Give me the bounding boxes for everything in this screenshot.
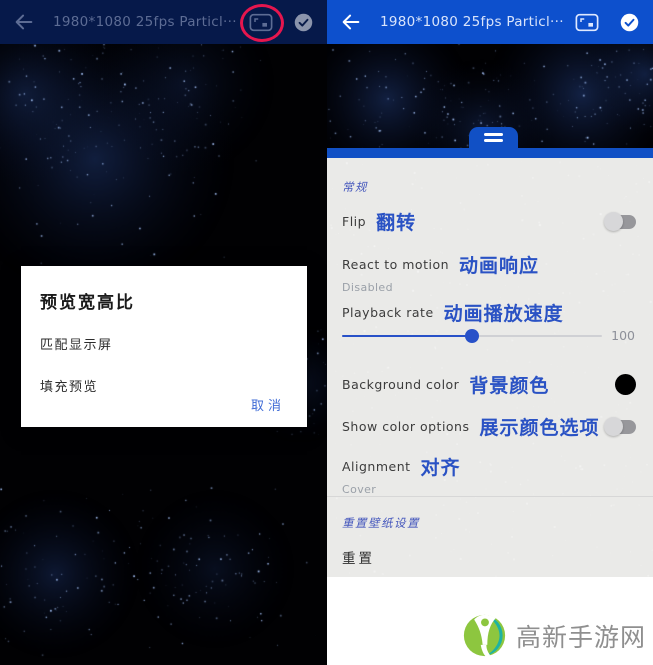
site-logo-icon — [463, 614, 506, 657]
dialog-option-match-display[interactable]: 匹配显示屏 — [40, 334, 287, 353]
row-playback-rate: Playback rate 动画播放速度 — [342, 303, 564, 325]
page-title: 1980*1080 25fps Particl··· — [53, 14, 237, 30]
menu-handle-icon — [484, 133, 503, 136]
cancel-button[interactable]: 取消 — [251, 395, 285, 414]
menu-handle-icon — [484, 139, 503, 142]
back-icon[interactable] — [340, 11, 362, 33]
row-alignment[interactable]: Alignment 对齐 Cover — [342, 453, 636, 496]
appbar-actions — [240, 4, 314, 42]
flip-toggle[interactable] — [604, 211, 636, 231]
left-appbar: 1980*1080 25fps Particl··· — [0, 0, 327, 44]
appbar-actions — [574, 12, 640, 33]
screenshot-pair: 1980*1080 25fps Particl··· 预览宽高比 匹配显示屏 填… — [0, 0, 653, 665]
watermark: 高新手游网 — [462, 613, 646, 658]
dialog-title: 预览宽高比 — [40, 293, 135, 313]
sheet-header-bar — [327, 148, 653, 158]
aspect-ratio-icon — [575, 13, 599, 31]
aspect-ratio-button[interactable] — [574, 12, 600, 32]
right-appbar: 1980*1080 25fps Particl··· — [327, 0, 653, 44]
page-title: 1980*1080 25fps Particl··· — [380, 14, 564, 30]
toggle-knob — [604, 211, 623, 231]
background-color-swatch[interactable] — [615, 374, 636, 395]
dialog-option-fill-preview[interactable]: 填充预览 — [40, 376, 287, 395]
react-to-motion-value: Disabled — [342, 281, 393, 294]
section-general: 常规 — [342, 180, 368, 194]
right-settings-screen: 常规 Flip 翻转 React to motion 动画响应 Disabled… — [327, 44, 653, 665]
back-icon[interactable] — [13, 11, 35, 33]
sheet-drag-handle[interactable] — [469, 127, 518, 148]
playback-rate-value: 100 — [611, 328, 635, 343]
aspect-ratio-button[interactable] — [240, 4, 284, 42]
slider-thumb[interactable] — [465, 329, 479, 343]
settings-panel: 常规 Flip 翻转 React to motion 动画响应 Disabled… — [327, 158, 653, 577]
aspect-ratio-icon — [249, 13, 273, 31]
watermark-text: 高新手游网 — [515, 622, 646, 652]
row-react-to-motion[interactable]: React to motion 动画响应 Disabled — [342, 251, 636, 294]
left-preview-screen: 预览宽高比 匹配显示屏 填充预览 取消 — [0, 44, 327, 665]
row-flip: Flip 翻转 — [342, 208, 636, 235]
show-color-options-toggle[interactable] — [604, 416, 636, 436]
playback-rate-slider[interactable] — [342, 329, 602, 343]
confirm-icon[interactable] — [619, 12, 640, 33]
slider-fill — [342, 329, 479, 343]
white-footer: 高新手游网 — [327, 577, 653, 665]
section-divider — [327, 496, 653, 497]
row-show-color-options: Show color options 展示颜色选项 — [342, 413, 636, 440]
screenshot-right: 1980*1080 25fps Particl··· 常规 Flip 翻转 Re… — [327, 0, 653, 665]
row-background-color: Background color 背景颜色 — [342, 371, 636, 398]
confirm-icon[interactable] — [293, 12, 314, 33]
screenshot-left: 1980*1080 25fps Particl··· 预览宽高比 匹配显示屏 填… — [0, 0, 327, 665]
toggle-knob — [604, 416, 623, 436]
reset-button[interactable]: 重置 — [342, 547, 636, 567]
section-reset: 重置壁纸设置 — [342, 516, 420, 530]
alignment-value: Cover — [342, 483, 377, 496]
aspect-ratio-dialog: 预览宽高比 匹配显示屏 填充预览 取消 — [21, 266, 307, 427]
